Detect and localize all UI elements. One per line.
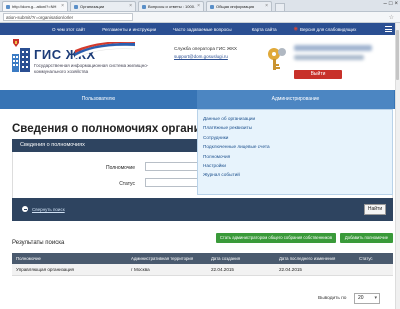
dropdown-item-personal-accounts[interactable]: Подключенные лицевые счета	[198, 142, 392, 151]
building-logo-icon	[12, 48, 30, 72]
close-tab-icon[interactable]: ×	[129, 2, 132, 11]
window-controls: – □ ×	[384, 1, 398, 7]
browser-tab-title: Общая информация	[216, 4, 255, 9]
vision-impaired-link[interactable]: ◉ Версия для слабовидящих	[294, 26, 357, 32]
dropdown-item-payment-details[interactable]: Платёжные реквизиты	[198, 123, 392, 132]
close-tab-icon[interactable]: ×	[197, 2, 200, 11]
results-title: Результаты поиска	[12, 240, 65, 246]
favicon-icon	[74, 4, 78, 9]
cell-created: 22.04.2015	[211, 267, 234, 272]
browser-tab[interactable]: Организации ×	[70, 1, 136, 11]
topnav-link-sitemap[interactable]: Карта сайта	[252, 27, 277, 32]
browser-address-bar: ation-submit/?r=organisation/orler ☆	[0, 12, 400, 23]
logout-button[interactable]: Выйти	[294, 70, 342, 79]
cell-authority: Управляющая организация	[16, 267, 75, 272]
browser-tab[interactable]: Вопросы и ответы : 1000.РФ ×	[138, 1, 204, 11]
column-header-modified[interactable]: Дата последнего изменения	[277, 256, 357, 261]
search-actions-bar: Свернуть поиск Найти	[12, 198, 393, 221]
topnav-link-regulations[interactable]: Регламенты и инструкции	[102, 27, 156, 32]
browser-tab[interactable]: http://dom.g...ationl?=NH ×	[2, 1, 68, 11]
maximize-icon[interactable]: □	[389, 1, 393, 7]
logo-subtitle: Государственная информационная система ж…	[34, 63, 149, 74]
favicon-icon	[6, 4, 10, 9]
user-org-redacted	[294, 55, 364, 60]
authority-label: Полномочие	[105, 165, 135, 171]
table-header: Полномочие Административная территория Д…	[12, 253, 393, 264]
status-select[interactable]	[145, 178, 201, 187]
main-navigation: Пользователю Администрирование	[0, 90, 400, 109]
favicon-icon	[210, 4, 214, 9]
dropdown-item-settings[interactable]: Настройки	[198, 161, 392, 170]
page-title: Сведения о полномочиях организации	[12, 123, 197, 135]
column-header-authority[interactable]: Полномочие	[12, 256, 127, 261]
keys-icon	[268, 48, 286, 70]
dropdown-item-organization-data[interactable]: Данные об организации	[198, 114, 392, 123]
bookmark-star-icon[interactable]: ☆	[389, 14, 394, 21]
browser-tab-title: http://dom.g...ationl?=NH	[12, 4, 57, 9]
top-navigation: О чем этот сайт Регламенты и инструкции …	[0, 23, 400, 35]
url-field[interactable]: ation-submit/?r=organisation/orler	[3, 13, 133, 21]
site-header: ГИС ЖКХ Государственная информационная с…	[0, 35, 400, 90]
vision-impaired-label: Версия для слабовидящих	[300, 26, 357, 32]
authority-select[interactable]	[145, 162, 201, 171]
per-page-select[interactable]: 20	[354, 293, 380, 304]
cell-territory: г Москва	[131, 267, 150, 272]
column-header-territory[interactable]: Административная территория	[127, 256, 209, 261]
support-email-link[interactable]: support@dom.gosuslugi.ru	[174, 54, 228, 59]
browser-tab-title: Организации	[80, 4, 105, 9]
favicon-icon	[142, 4, 146, 9]
glasses-icon: ◉	[293, 26, 299, 32]
hamburger-menu-icon[interactable]	[385, 26, 392, 32]
add-authority-button[interactable]: Добавить полномочие	[340, 233, 393, 243]
column-header-status[interactable]: Статус	[357, 256, 393, 261]
column-header-created[interactable]: Дата создания	[209, 256, 277, 261]
nav-administration[interactable]: Администрирование	[197, 90, 394, 109]
coat-of-arms-icon	[13, 39, 19, 47]
become-admin-button[interactable]: Стать администратором общего собрания со…	[216, 233, 336, 243]
administration-dropdown: Данные об организации Платёжные реквизит…	[197, 109, 393, 195]
topnav-link-about[interactable]: О чем этот сайт	[52, 27, 85, 32]
minimize-icon[interactable]: –	[384, 1, 387, 7]
collapse-icon[interactable]	[22, 206, 28, 212]
cell-modified: 22.04.2015	[279, 267, 302, 272]
support-title: Служба оператора ГИС ЖКХ	[174, 46, 238, 51]
table-row[interactable]: Управляющая организация г Москва 22.04.2…	[12, 264, 393, 276]
collapse-search-link[interactable]: Свернуть поиск	[32, 207, 65, 212]
status-label: Статус	[119, 181, 135, 187]
per-page-label: Выводить по	[318, 296, 347, 301]
nav-user[interactable]: Пользователю	[0, 90, 197, 109]
close-window-icon[interactable]: ×	[394, 1, 398, 7]
dropdown-item-authorities[interactable]: Полномочия	[198, 152, 392, 161]
browser-tab-title: Вопросы и ответы : 1000.РФ	[148, 4, 196, 9]
flag-ribbon-icon	[75, 42, 135, 60]
close-tab-icon[interactable]: ×	[265, 2, 268, 11]
browser-tab-bar: http://dom.g...ationl?=NH × Организации …	[0, 0, 400, 12]
topnav-link-faq[interactable]: Часто задаваемые вопросы	[173, 27, 231, 32]
user-name-redacted	[294, 45, 372, 51]
dropdown-item-event-log[interactable]: Журнал событий	[198, 170, 392, 179]
new-tab-button[interactable]	[275, 3, 285, 11]
dropdown-item-employees[interactable]: Сотрудники	[198, 133, 392, 142]
results-table: Полномочие Административная территория Д…	[12, 253, 393, 276]
browser-tab[interactable]: Общая информация ×	[206, 1, 272, 11]
scrollbar-thumb[interactable]	[396, 30, 399, 80]
find-button[interactable]: Найти	[364, 204, 386, 215]
close-tab-icon[interactable]: ×	[61, 2, 64, 11]
